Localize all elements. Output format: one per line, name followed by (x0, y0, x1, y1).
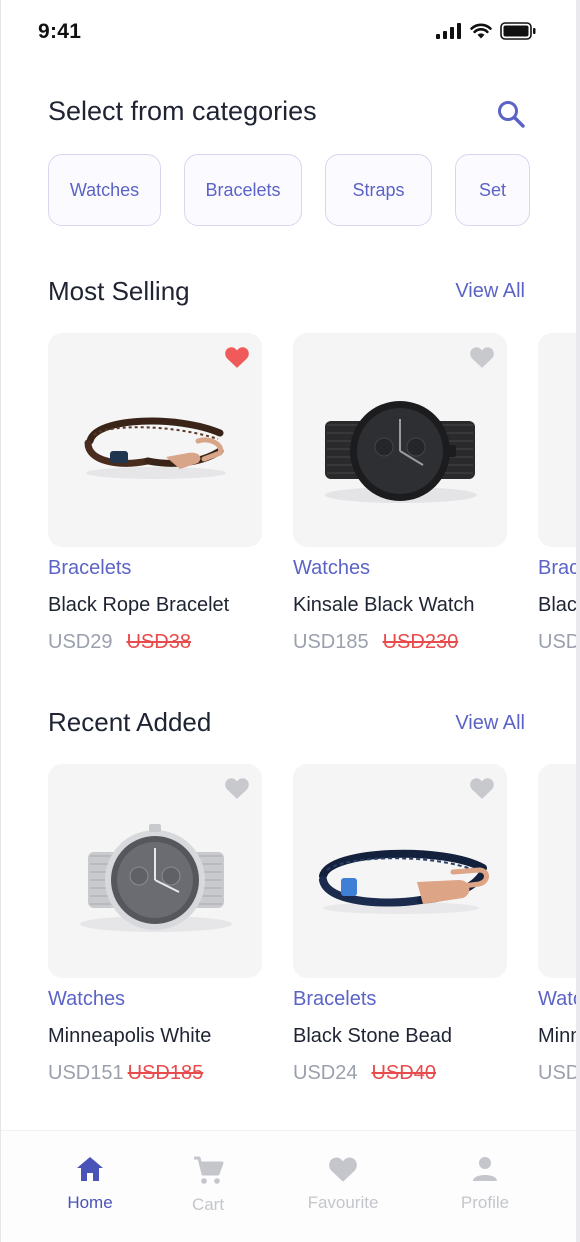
tab-profile[interactable]: Profile (425, 1155, 545, 1213)
category-chip-set[interactable]: Set (455, 154, 530, 226)
product-category: Watches (293, 557, 371, 579)
product-price-row: USD (538, 1062, 580, 1085)
most-selling-view-all-link[interactable]: View All (455, 280, 525, 303)
favourite-icon[interactable] (469, 345, 495, 369)
product-category: Bracelets (538, 557, 580, 579)
product-image (48, 333, 262, 547)
recent-added-view-all-link[interactable]: View All (455, 712, 525, 735)
app-screen: 9:41 Select from categories Watches Brac… (0, 0, 580, 1242)
product-old-price: USD230 (382, 631, 459, 653)
product-image (48, 764, 262, 978)
product-name: Black Rope Bracelet (48, 594, 230, 616)
category-chip-watches[interactable]: Watches (48, 154, 161, 226)
tab-home[interactable]: Home (30, 1155, 150, 1213)
product-old-price: USD38 (126, 631, 191, 653)
tab-label: Favourite (307, 1193, 379, 1212)
search-icon (498, 101, 525, 128)
user-icon (473, 1157, 497, 1181)
product-category: Watches (48, 988, 126, 1010)
product-image (538, 333, 576, 547)
product-old-price: USD185 (127, 1062, 204, 1084)
product-image (538, 764, 576, 978)
product-card-black-rope-bracelet[interactable]: Bracelets Black Rope Bracelet USD29 USD3… (48, 333, 262, 653)
cart-icon (194, 1156, 224, 1184)
tab-label: Profile (460, 1193, 510, 1212)
product-card-partial[interactable]: Bracelets Black USD (538, 333, 576, 653)
favourite-icon[interactable] (469, 776, 495, 800)
page-title: Select from categories (48, 96, 317, 126)
product-name: Minneapolis White (48, 1025, 212, 1047)
product-price: USD (538, 1062, 580, 1084)
most-selling-title: Most Selling (48, 276, 190, 306)
product-name: Black (538, 594, 577, 616)
product-price: USD151 (48, 1062, 124, 1084)
product-price: USD29 (48, 631, 113, 653)
product-card-kinsale-black-watch[interactable]: Watches Kinsale Black Watch USD185 USD23… (293, 333, 507, 653)
status-time: 9:41 (38, 20, 82, 43)
product-category: Bracelets (48, 557, 132, 579)
bottom-tab-bar: Home Cart Favourite Profile (1, 1130, 576, 1242)
category-chip-straps[interactable]: Straps (325, 154, 432, 226)
product-price-row: USD24 USD40 (293, 1062, 436, 1085)
signal-icon (436, 23, 461, 39)
product-name: Kinsale Black Watch (293, 594, 475, 616)
recent-added-title: Recent Added (48, 707, 212, 737)
product-image (293, 764, 507, 978)
product-price: USD24 (293, 1062, 358, 1084)
product-price-row: USD151 USD185 (48, 1062, 203, 1085)
category-chip-bracelets[interactable]: Bracelets (184, 154, 302, 226)
wifi-icon (470, 23, 492, 39)
product-price-row: USD185 USD230 (293, 631, 458, 654)
product-price: USD185 (293, 631, 369, 653)
heart-icon (329, 1157, 357, 1182)
search-button[interactable] (494, 97, 528, 131)
product-card-black-stone-bead[interactable]: Bracelets Black Stone Bead USD24 USD40 (293, 764, 507, 1084)
product-category: Bracelets (293, 988, 377, 1010)
favourite-icon[interactable] (224, 776, 250, 800)
tab-label: Home (67, 1193, 113, 1212)
home-icon (77, 1157, 103, 1181)
product-name: Black Stone Bead (293, 1025, 452, 1047)
product-price-row: USD29 USD38 (48, 631, 191, 654)
battery-icon (500, 22, 536, 40)
product-price-row: USD (538, 631, 580, 654)
favourite-icon-active[interactable] (224, 345, 250, 369)
tab-favourite[interactable]: Favourite (283, 1155, 403, 1213)
tab-label: Cart (191, 1195, 225, 1214)
product-category: Watches (538, 988, 576, 1010)
tab-cart[interactable]: Cart (148, 1155, 268, 1215)
product-price: USD (538, 631, 580, 653)
product-name: Minn (538, 1025, 580, 1047)
product-card-minneapolis-white[interactable]: Watches Minneapolis White USD151 USD185 (48, 764, 262, 1084)
product-old-price: USD40 (371, 1062, 436, 1084)
product-image (293, 333, 507, 547)
status-icons (436, 22, 536, 40)
product-card-partial[interactable]: Watches Minn USD (538, 764, 576, 1084)
